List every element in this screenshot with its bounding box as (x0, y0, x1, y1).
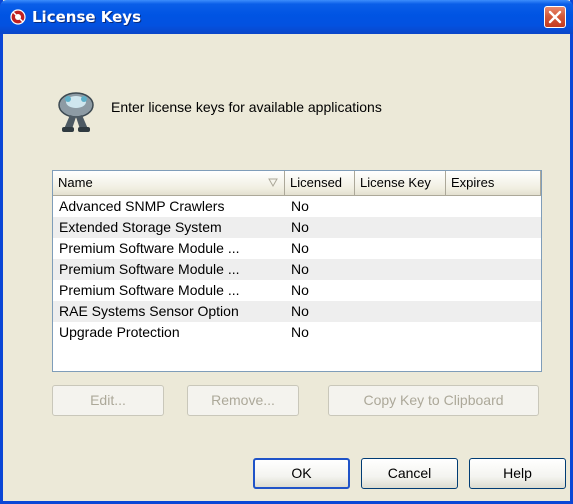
column-header-license-key[interactable]: License Key (355, 171, 446, 195)
close-icon (548, 10, 562, 24)
remove-button[interactable]: Remove... (187, 385, 299, 416)
cell-license-key (355, 301, 446, 322)
copy-key-to-clipboard-button[interactable]: Copy Key to Clipboard (328, 385, 539, 416)
cell-name: Upgrade Protection (59, 324, 180, 340)
cell-license-key (355, 238, 446, 259)
column-header-label: Name (58, 175, 93, 190)
cell-license-key (355, 322, 446, 343)
cell-expires (446, 238, 541, 259)
cell-licensed: No (291, 198, 309, 214)
cell-licensed: No (291, 282, 309, 298)
cell-expires (446, 259, 541, 280)
cell-name: RAE Systems Sensor Option (59, 303, 239, 319)
cell-expires (446, 217, 541, 238)
header-instruction: Enter license keys for available applica… (111, 99, 382, 115)
cell-name: Extended Storage System (59, 219, 222, 235)
edit-button[interactable]: Edit... (52, 385, 164, 416)
cell-name: Premium Software Module ... (59, 282, 240, 298)
title-bar[interactable]: License Keys (0, 0, 573, 34)
sort-descending-icon (268, 178, 278, 187)
window-title: License Keys (32, 8, 142, 26)
cell-expires (446, 196, 541, 217)
table-row[interactable]: Premium Software Module ... No (53, 280, 541, 301)
cell-license-key (355, 196, 446, 217)
cell-license-key (355, 280, 446, 301)
column-header-licensed[interactable]: Licensed (285, 171, 355, 195)
table-row[interactable]: Premium Software Module ... No (53, 238, 541, 259)
cell-name: Advanced SNMP Crawlers (59, 198, 225, 214)
table-row[interactable]: Upgrade Protection No (53, 322, 541, 343)
plug-connector-icon (50, 85, 102, 135)
ok-button[interactable]: OK (253, 458, 350, 489)
table-header: Name Licensed License Key Expires (53, 171, 541, 196)
table-row[interactable]: Extended Storage System No (53, 217, 541, 238)
cell-expires (446, 301, 541, 322)
cell-name: Premium Software Module ... (59, 261, 240, 277)
cell-licensed: No (291, 219, 309, 235)
cell-name: Premium Software Module ... (59, 240, 240, 256)
column-header-name[interactable]: Name (53, 171, 285, 195)
cell-expires (446, 322, 541, 343)
cell-licensed: No (291, 261, 309, 277)
cell-license-key (355, 259, 446, 280)
cell-licensed: No (291, 240, 309, 256)
cell-expires (446, 280, 541, 301)
license-table[interactable]: Name Licensed License Key Expires Advanc… (52, 170, 542, 372)
column-header-expires[interactable]: Expires (446, 171, 541, 195)
app-logo-icon (10, 9, 26, 25)
table-body: Advanced SNMP Crawlers No Extended Stora… (53, 196, 541, 343)
cell-licensed: No (291, 303, 309, 319)
cell-license-key (355, 217, 446, 238)
table-row[interactable]: Premium Software Module ... No (53, 259, 541, 280)
table-row[interactable]: RAE Systems Sensor Option No (53, 301, 541, 322)
cell-licensed: No (291, 324, 309, 340)
help-button[interactable]: Help (469, 458, 566, 489)
close-button[interactable] (544, 6, 566, 28)
license-keys-dialog: License Keys Enter license keys for avai… (0, 0, 573, 504)
table-row[interactable]: Advanced SNMP Crawlers No (53, 196, 541, 217)
cancel-button[interactable]: Cancel (361, 458, 458, 489)
